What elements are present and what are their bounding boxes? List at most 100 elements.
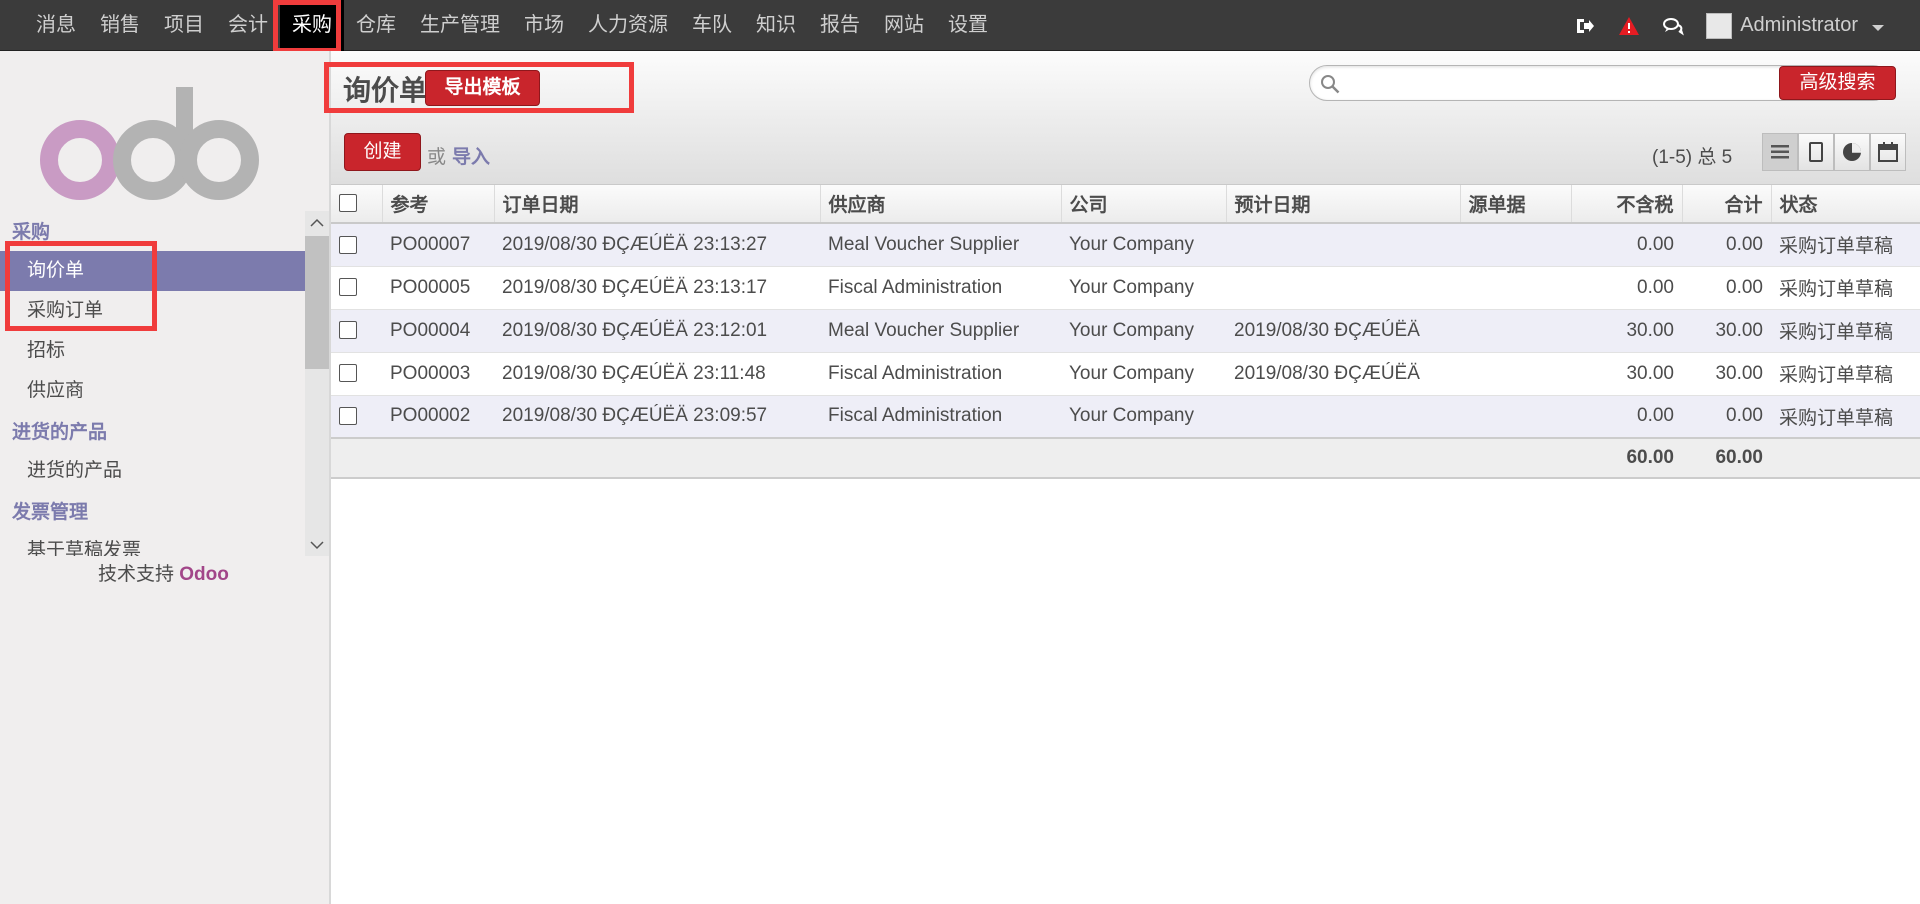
row-checkbox[interactable]	[339, 364, 357, 383]
table-cell: PO00007	[382, 223, 494, 267]
sidebar-item[interactable]: 进货的产品	[0, 451, 305, 491]
table-cell: 采购订单草稿	[1771, 309, 1920, 353]
table-cell: 采购订单草稿	[1771, 395, 1920, 439]
table-cell: 0.00	[1682, 266, 1771, 310]
sidebar-section-title: 发票管理	[12, 502, 89, 523]
powered-by: 技术支持 Odoo	[98, 559, 229, 586]
table-cell: 0.00	[1682, 395, 1771, 439]
sidebar-item[interactable]: 招标	[0, 331, 305, 371]
empty-total-cell	[1771, 437, 1920, 479]
top-menu-item[interactable]: 报告	[808, 0, 872, 51]
table-cell: 采购订单草稿	[1771, 223, 1920, 267]
list-view-icon[interactable]	[1762, 133, 1798, 171]
table-cell: PO00005	[382, 266, 494, 310]
table-row[interactable]: PO00004 2019/08/30 ĐÇÆÚËÄ 23:12:01 Meal Vo…	[331, 309, 1920, 353]
top-menu-item[interactable]: 设置	[936, 0, 1000, 51]
table-cell: 30.00	[1571, 309, 1682, 353]
column-header[interactable]: 合计	[1682, 185, 1772, 224]
select-all-checkbox[interactable]	[339, 194, 357, 213]
top-menu-item[interactable]: 人力资源	[576, 0, 680, 51]
form-view-icon[interactable]	[1798, 133, 1834, 171]
untaxed-total: 60.00	[1571, 437, 1682, 479]
odoo-link[interactable]: Odoo	[179, 564, 229, 585]
sidebar-item[interactable]: 采购订单	[0, 291, 305, 331]
import-link[interactable]: 导入	[452, 142, 490, 169]
row-select-cell	[331, 352, 382, 396]
scroll-down-icon[interactable]	[305, 534, 329, 556]
row-checkbox[interactable]	[339, 407, 357, 426]
table-header: 参考 订单日期 供应商 公司 预计日期 源单据 不含税 合计 状态	[331, 185, 1920, 224]
column-header[interactable]: 供应商	[820, 185, 1062, 224]
sidebar-item[interactable]: 供应商	[0, 371, 305, 411]
row-select-cell	[331, 309, 382, 353]
calendar-view-icon[interactable]	[1870, 133, 1906, 171]
top-menu-item[interactable]: 网站	[872, 0, 936, 51]
column-header[interactable]: 公司	[1061, 185, 1227, 224]
column-header[interactable]: 不含税	[1571, 185, 1683, 224]
user-name: Administrator	[1740, 14, 1858, 36]
table-cell: 30.00	[1682, 309, 1771, 353]
search-icon	[1320, 74, 1340, 100]
top-menu-item[interactable]: 市场	[512, 0, 576, 51]
sidebar-item[interactable]: 基于草稿发票	[0, 531, 305, 556]
search-input[interactable]	[1346, 70, 1776, 96]
top-menu-item[interactable]: 销售	[88, 0, 152, 51]
column-header[interactable]: 订单日期	[494, 185, 821, 224]
table-cell	[1460, 266, 1571, 310]
row-select-cell	[331, 223, 382, 267]
odoo-logo: o	[40, 87, 259, 200]
top-menu-item[interactable]: 仓库	[344, 0, 408, 51]
empty-total-cell	[1226, 437, 1460, 479]
pager-info: (1-5) 总 5	[1652, 147, 1733, 168]
table-cell: 0.00	[1682, 223, 1771, 267]
row-checkbox[interactable]	[339, 321, 357, 340]
column-header[interactable]: 状态	[1771, 185, 1920, 224]
top-menu-item[interactable]: 消息	[24, 0, 88, 51]
table-cell: PO00004	[382, 309, 494, 353]
sidebar-scroll-thumb[interactable]	[305, 236, 329, 369]
top-menu-item[interactable]: 车队	[680, 0, 744, 51]
table-cell: 2019/08/30 ĐÇÆÚËÄ	[1226, 352, 1460, 396]
table-row[interactable]: PO00007 2019/08/30 ĐÇÆÚËÄ 23:13:27 Meal Vo…	[331, 223, 1920, 267]
column-header[interactable]: 预计日期	[1226, 185, 1461, 224]
scroll-up-icon[interactable]	[305, 211, 329, 233]
create-button[interactable]: 创建	[344, 133, 421, 171]
top-menu-item[interactable]: 项目	[152, 0, 216, 51]
table-cell: Your Company	[1061, 395, 1226, 439]
table-cell: Fiscal Administration	[820, 395, 1061, 439]
row-checkbox[interactable]	[339, 278, 357, 297]
user-menu[interactable]: Administrator	[1706, 12, 1884, 39]
export-template-button[interactable]: 导出模板	[425, 70, 540, 106]
table-cell: 采购订单草稿	[1771, 352, 1920, 396]
table-row[interactable]: PO00002 2019/08/30 ĐÇÆÚËÄ 23:09:57 Fiscal …	[331, 395, 1920, 439]
top-menu-item[interactable]: 采购	[280, 0, 344, 51]
view-switcher	[1762, 133, 1906, 171]
table-row[interactable]: PO00005 2019/08/30 ĐÇÆÚËÄ 23:13:17 Fiscal …	[331, 266, 1920, 310]
empty-total-cell	[382, 437, 494, 479]
sidebar-section-title: 采购	[12, 222, 51, 243]
warning-icon[interactable]	[1618, 15, 1640, 37]
column-header[interactable]: 源单据	[1460, 185, 1572, 224]
sidebar-section-title: 进货的产品	[12, 422, 108, 443]
sidebar-nav: 采购 询价单 采购订单 招标 供应商 进货的产品 进货的产品 发票管理 基于草稿发票	[0, 211, 305, 556]
control-panel: 询价单 导出模板 高级搜索 创建 或 导入 (1-5) 总 5	[331, 51, 1920, 185]
row-checkbox[interactable]	[339, 235, 357, 254]
top-menu-item[interactable]: 生产管理	[408, 0, 512, 51]
top-menu-item[interactable]: 会计	[216, 0, 280, 51]
table-cell: 2019/08/30 ĐÇÆÚËÄ 23:13:17	[494, 266, 820, 310]
sidebar-item[interactable]: 询价单	[0, 251, 305, 291]
table-cell: 2019/08/30 ĐÇÆÚËÄ 23:09:57	[494, 395, 820, 439]
chevron-down-icon	[1872, 24, 1884, 31]
advanced-search-button[interactable]: 高级搜索	[1779, 66, 1896, 100]
table-cell: 0.00	[1571, 395, 1682, 439]
top-menu-item[interactable]: 知识	[744, 0, 808, 51]
row-select-cell	[331, 266, 382, 310]
table-row[interactable]: PO00003 2019/08/30 ĐÇÆÚËÄ 23:11:48 Fiscal …	[331, 352, 1920, 396]
table-cell: Fiscal Administration	[820, 266, 1061, 310]
logout-icon[interactable]	[1574, 15, 1596, 37]
column-header[interactable]: 参考	[382, 185, 495, 224]
chat-icon[interactable]	[1662, 15, 1685, 37]
table-cell: Meal Voucher Supplier	[820, 223, 1061, 267]
graph-view-icon[interactable]	[1834, 133, 1870, 171]
rfq-table: 参考 订单日期 供应商 公司 预计日期 源单据 不含税 合计 状态 PO00007 2019/08…	[331, 185, 1920, 479]
